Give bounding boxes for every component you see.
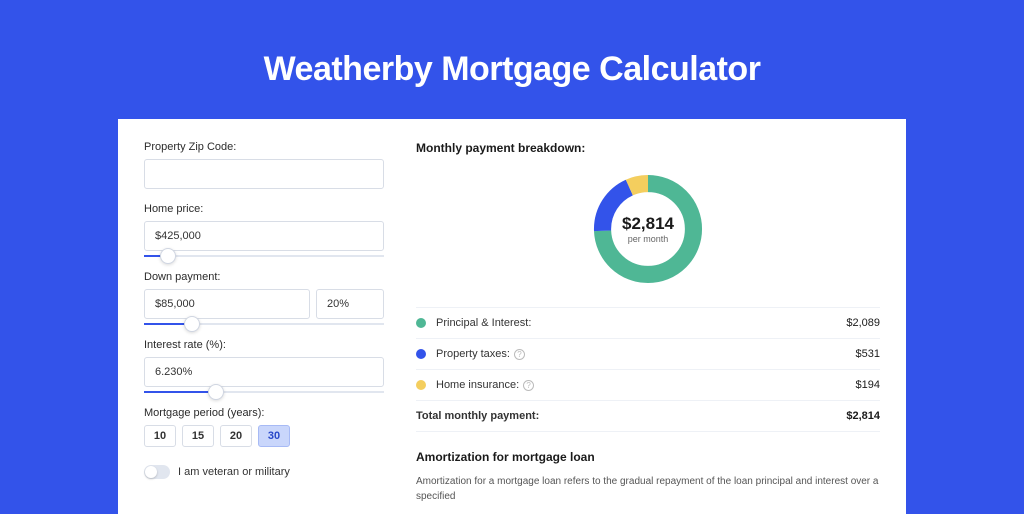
info-icon[interactable]: ? (523, 380, 534, 391)
veteran-toggle[interactable] (144, 465, 170, 479)
legend-row: Home insurance:?$194 (416, 370, 880, 401)
legend-row: Property taxes:?$531 (416, 339, 880, 370)
period-label: Mortgage period (years): (144, 407, 384, 419)
zip-label: Property Zip Code: (144, 141, 384, 153)
interest-slider[interactable] (144, 391, 384, 393)
page-root: Weatherby Mortgage Calculator Property Z… (0, 0, 1024, 514)
legend-label: Principal & Interest: (436, 317, 846, 329)
amortization-section: Amortization for mortgage loan Amortizat… (416, 450, 880, 504)
veteran-label: I am veteran or military (178, 466, 290, 478)
form-column: Property Zip Code: Home price: Down paym… (144, 141, 384, 504)
total-value: $2,814 (846, 410, 880, 422)
zip-input[interactable] (144, 159, 384, 189)
interest-label: Interest rate (%): (144, 339, 384, 351)
amortization-text: Amortization for a mortgage loan refers … (416, 474, 880, 504)
down-payment-field: Down payment: (144, 271, 384, 325)
veteran-row: I am veteran or military (144, 465, 384, 479)
period-btn-20[interactable]: 20 (220, 425, 252, 447)
info-icon[interactable]: ? (514, 349, 525, 360)
home-price-field: Home price: (144, 203, 384, 257)
legend-dot-icon (416, 349, 426, 359)
legend-value: $2,089 (846, 317, 880, 329)
zip-field: Property Zip Code: (144, 141, 384, 189)
period-btn-15[interactable]: 15 (182, 425, 214, 447)
donut-wrap: $2,814 per month (416, 169, 880, 289)
breakdown-title: Monthly payment breakdown: (416, 141, 880, 155)
donut-amount: $2,814 (622, 214, 674, 234)
legend-label: Home insurance:? (436, 379, 856, 391)
home-price-label: Home price: (144, 203, 384, 215)
down-payment-input[interactable] (144, 289, 310, 319)
total-label: Total monthly payment: (416, 410, 846, 422)
down-payment-slider-thumb[interactable] (184, 316, 200, 332)
period-btn-30[interactable]: 30 (258, 425, 290, 447)
veteran-toggle-knob (145, 466, 157, 478)
breakdown-column: Monthly payment breakdown: $2,814 per mo… (416, 141, 880, 504)
legend: Principal & Interest:$2,089Property taxe… (416, 307, 880, 432)
home-price-input[interactable] (144, 221, 384, 251)
donut-sub: per month (628, 234, 669, 244)
down-payment-pct-input[interactable] (316, 289, 384, 319)
legend-row: Principal & Interest:$2,089 (416, 308, 880, 339)
interest-input[interactable] (144, 357, 384, 387)
interest-slider-thumb[interactable] (208, 384, 224, 400)
panel-shadow: Property Zip Code: Home price: Down paym… (118, 119, 906, 514)
interest-slider-fill (144, 391, 216, 393)
legend-label: Property taxes:? (436, 348, 856, 360)
legend-dot-icon (416, 380, 426, 390)
period-field: Mortgage period (years): 10 15 20 30 (144, 407, 384, 447)
legend-value: $194 (856, 379, 880, 391)
legend-dot-icon (416, 318, 426, 328)
down-payment-slider[interactable] (144, 323, 384, 325)
home-price-slider[interactable] (144, 255, 384, 257)
home-price-slider-thumb[interactable] (160, 248, 176, 264)
amortization-title: Amortization for mortgage loan (416, 450, 880, 464)
donut-chart: $2,814 per month (588, 169, 708, 289)
down-payment-label: Down payment: (144, 271, 384, 283)
calculator-panel: Property Zip Code: Home price: Down paym… (118, 119, 906, 514)
period-btn-10[interactable]: 10 (144, 425, 176, 447)
donut-center: $2,814 per month (588, 169, 708, 289)
legend-total-row: Total monthly payment:$2,814 (416, 401, 880, 432)
page-title: Weatherby Mortgage Calculator (0, 50, 1024, 89)
interest-field: Interest rate (%): (144, 339, 384, 393)
period-options: 10 15 20 30 (144, 425, 384, 447)
down-payment-row (144, 289, 384, 319)
legend-value: $531 (856, 348, 880, 360)
